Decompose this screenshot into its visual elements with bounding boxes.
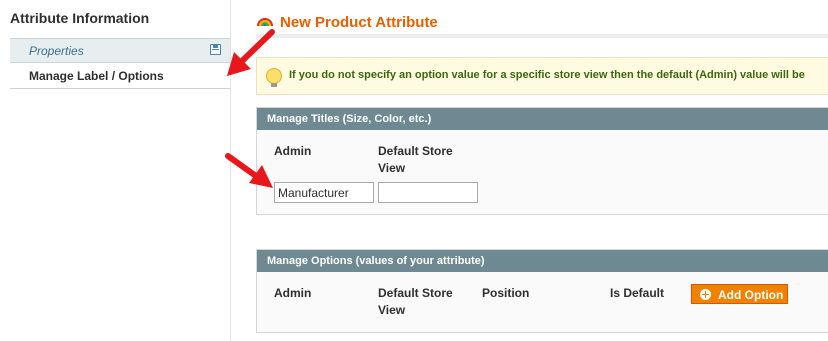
- arrow-to-manage-label: [227, 29, 275, 76]
- arrow-to-admin-input: [225, 153, 273, 188]
- annotation-arrows: [225, 29, 275, 188]
